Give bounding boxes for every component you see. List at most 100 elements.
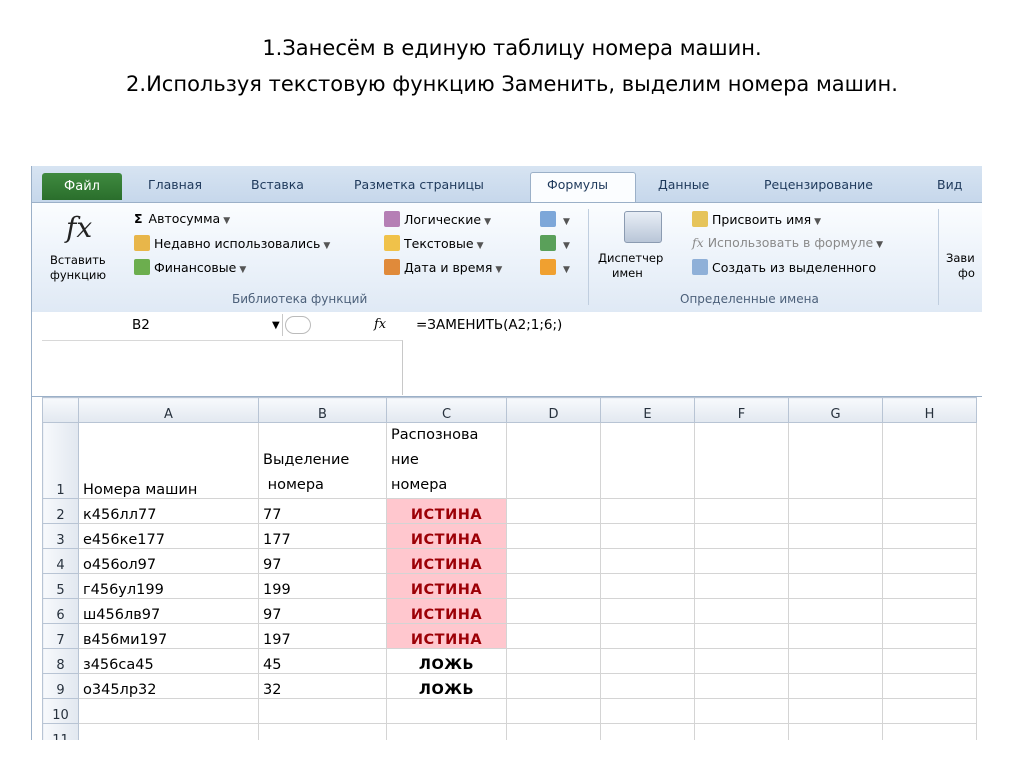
cell-extracted-number[interactable]: 97 <box>258 548 387 574</box>
cell-b1[interactable]: Выделение номера <box>258 422 387 499</box>
name-box[interactable]: B2 ▼ <box>42 314 283 336</box>
cell-recognition-result[interactable]: ИСТИНА <box>386 598 507 624</box>
empty-cell[interactable] <box>506 698 601 724</box>
empty-cell[interactable] <box>506 673 601 699</box>
tab-file[interactable]: Файл <box>42 173 122 200</box>
empty-cell[interactable] <box>882 698 977 724</box>
empty-cell[interactable] <box>788 723 883 740</box>
tab-view[interactable]: Вид <box>937 177 962 192</box>
empty-cell[interactable] <box>788 623 883 649</box>
empty-cell[interactable] <box>694 548 789 574</box>
cell-plate-number[interactable] <box>78 698 259 724</box>
empty-cell[interactable] <box>882 523 977 549</box>
empty-cell[interactable] <box>506 623 601 649</box>
tab-page-layout[interactable]: Разметка страницы <box>354 177 484 192</box>
cell-recognition-result[interactable]: ИСТИНА <box>386 573 507 599</box>
insert-function-icon[interactable]: fx <box>66 211 92 244</box>
column-header[interactable]: F <box>694 397 789 423</box>
chevron-down-icon[interactable]: ▼ <box>272 320 280 331</box>
cell-plate-number[interactable]: о345лр32 <box>78 673 259 699</box>
cell-extracted-number[interactable] <box>258 723 387 740</box>
empty-cell[interactable] <box>788 523 883 549</box>
cell-recognition-result[interactable]: ЛОЖЬ <box>386 648 507 674</box>
dependencies-label-2[interactable]: фо <box>958 266 975 280</box>
empty-cell[interactable] <box>600 573 695 599</box>
insert-function-label-2[interactable]: функцию <box>50 268 106 282</box>
row-header[interactable]: 1 <box>42 422 79 499</box>
row-header[interactable]: 11 <box>42 723 79 740</box>
financial-button[interactable]: Финансовые ▼ <box>134 259 246 275</box>
cell-recognition-result[interactable] <box>386 723 507 740</box>
empty-cell[interactable] <box>694 723 789 740</box>
math-trig-button[interactable]: ▼ <box>540 235 570 251</box>
empty-cell[interactable] <box>788 673 883 699</box>
cell-plate-number[interactable]: ш456лв97 <box>78 598 259 624</box>
datetime-button[interactable]: Дата и время ▼ <box>384 259 502 275</box>
row-header[interactable]: 9 <box>42 673 79 699</box>
empty-cell[interactable] <box>600 422 695 499</box>
autosum-button[interactable]: Σ Автосумма ▼ <box>134 211 230 226</box>
formula-input[interactable]: =ЗАМЕНИТЬ(A2;1;6;) <box>416 317 562 333</box>
empty-cell[interactable] <box>694 648 789 674</box>
cell-extracted-number[interactable]: 97 <box>258 598 387 624</box>
name-manager-label-1[interactable]: Диспетчер <box>598 251 663 265</box>
empty-cell[interactable] <box>694 573 789 599</box>
cell-plate-number[interactable]: з456са45 <box>78 648 259 674</box>
fx-icon[interactable]: fx <box>374 317 386 332</box>
column-header[interactable]: E <box>600 397 695 423</box>
row-header[interactable]: 3 <box>42 523 79 549</box>
empty-cell[interactable] <box>788 648 883 674</box>
empty-cell[interactable] <box>788 698 883 724</box>
column-header[interactable]: G <box>788 397 883 423</box>
empty-cell[interactable] <box>506 648 601 674</box>
column-header[interactable]: D <box>506 397 601 423</box>
cell-plate-number[interactable]: к456лл77 <box>78 498 259 524</box>
empty-cell[interactable] <box>600 673 695 699</box>
empty-cell[interactable] <box>882 673 977 699</box>
column-header[interactable]: B <box>258 397 387 423</box>
empty-cell[interactable] <box>694 623 789 649</box>
cell-extracted-number[interactable] <box>258 698 387 724</box>
empty-cell[interactable] <box>506 548 601 574</box>
empty-cell[interactable] <box>788 598 883 624</box>
empty-cell[interactable] <box>694 498 789 524</box>
empty-cell[interactable] <box>506 573 601 599</box>
empty-cell[interactable] <box>600 723 695 740</box>
cell-recognition-result[interactable]: ИСТИНА <box>386 498 507 524</box>
empty-cell[interactable] <box>694 698 789 724</box>
empty-cell[interactable] <box>600 648 695 674</box>
tab-insert[interactable]: Вставка <box>251 177 304 192</box>
cancel-entry-icon[interactable] <box>285 316 311 334</box>
cell-a1[interactable]: Номера машин <box>78 422 259 499</box>
empty-cell[interactable] <box>600 623 695 649</box>
create-from-selection-button[interactable]: Создать из выделенного <box>692 259 876 275</box>
row-header[interactable]: 7 <box>42 623 79 649</box>
cell-extracted-number[interactable]: 77 <box>258 498 387 524</box>
cell-recognition-result[interactable]: ИСТИНА <box>386 623 507 649</box>
cell-plate-number[interactable]: о456ол97 <box>78 548 259 574</box>
define-name-button[interactable]: Присвоить имя ▼ <box>692 211 821 227</box>
empty-cell[interactable] <box>694 523 789 549</box>
name-manager-icon[interactable] <box>624 211 662 243</box>
cell-plate-number[interactable]: г456ул199 <box>78 573 259 599</box>
row-header[interactable]: 10 <box>42 698 79 724</box>
empty-cell[interactable] <box>882 573 977 599</box>
empty-cell[interactable] <box>788 422 883 499</box>
cell-plate-number[interactable] <box>78 723 259 740</box>
row-header[interactable]: 8 <box>42 648 79 674</box>
empty-cell[interactable] <box>506 498 601 524</box>
cell-recognition-result[interactable]: ЛОЖЬ <box>386 673 507 699</box>
logical-button[interactable]: Логические ▼ <box>384 211 491 227</box>
text-functions-button[interactable]: Текстовые ▼ <box>384 235 484 251</box>
empty-cell[interactable] <box>506 598 601 624</box>
empty-cell[interactable] <box>694 598 789 624</box>
empty-cell[interactable] <box>882 598 977 624</box>
cell-extracted-number[interactable]: 32 <box>258 673 387 699</box>
empty-cell[interactable] <box>882 422 977 499</box>
empty-cell[interactable] <box>600 698 695 724</box>
cell-extracted-number[interactable]: 197 <box>258 623 387 649</box>
empty-cell[interactable] <box>600 548 695 574</box>
empty-cell[interactable] <box>694 422 789 499</box>
row-header[interactable]: 2 <box>42 498 79 524</box>
cell-recognition-result[interactable]: ИСТИНА <box>386 523 507 549</box>
